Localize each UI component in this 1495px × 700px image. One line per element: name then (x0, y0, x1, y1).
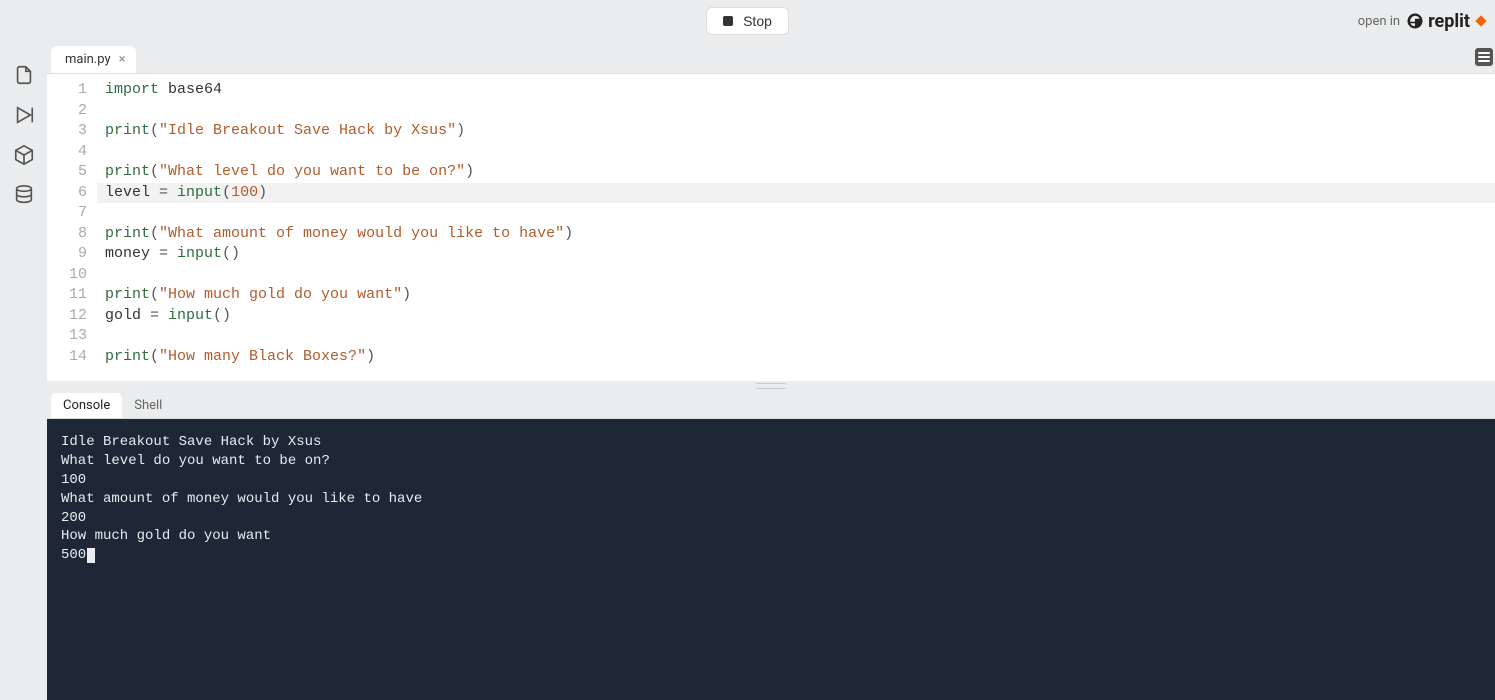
console-line: Idle Breakout Save Hack by Xsus (61, 433, 1481, 452)
sidebar (0, 42, 47, 700)
hamburger-icon[interactable] (1475, 48, 1493, 66)
console-output[interactable]: Idle Breakout Save Hack by XsusWhat leve… (47, 419, 1495, 700)
tab-label: main.py (65, 52, 111, 67)
console-line: 500 (61, 546, 1481, 565)
tab-shell[interactable]: Shell (122, 393, 174, 418)
diamond-icon (1475, 15, 1486, 26)
line-gutter: 1234567891011121314 (47, 74, 97, 381)
console-line: What level do you want to be on? (61, 452, 1481, 471)
console-line: 200 (61, 509, 1481, 528)
workspace: main.py × 1234567891011121314 import bas… (0, 42, 1495, 700)
code-content[interactable]: import base64 print("Idle Breakout Save … (97, 74, 1495, 381)
console-line: How much gold do you want (61, 527, 1481, 546)
editor-tabs: main.py × (47, 42, 1495, 74)
tab-console[interactable]: Console (51, 393, 122, 418)
stop-icon (723, 16, 733, 26)
file-icon[interactable] (13, 64, 35, 86)
console-line: 100 (61, 471, 1481, 490)
open-in-label: open in (1358, 14, 1400, 29)
main-area: main.py × 1234567891011121314 import bas… (47, 42, 1495, 700)
cursor-icon (87, 548, 95, 563)
console-line: What amount of money would you like to h… (61, 490, 1481, 509)
close-icon[interactable]: × (119, 52, 126, 67)
panel-splitter[interactable] (47, 381, 1495, 389)
topbar: Stop open in replit (0, 0, 1495, 42)
tab-main-py[interactable]: main.py × (51, 46, 136, 73)
package-icon[interactable] (13, 144, 35, 166)
open-in-replit[interactable]: open in replit (1358, 0, 1485, 42)
stop-label: Stop (743, 13, 772, 29)
replit-mark-icon (1406, 12, 1424, 30)
stop-button[interactable]: Stop (706, 7, 789, 35)
code-editor[interactable]: 1234567891011121314 import base64 print(… (47, 74, 1495, 381)
console-tabs: Console Shell (47, 389, 1495, 419)
brand-text: replit (1428, 11, 1470, 32)
replit-logo: replit (1406, 11, 1485, 32)
run-icon[interactable] (13, 104, 35, 126)
database-icon[interactable] (13, 184, 35, 206)
